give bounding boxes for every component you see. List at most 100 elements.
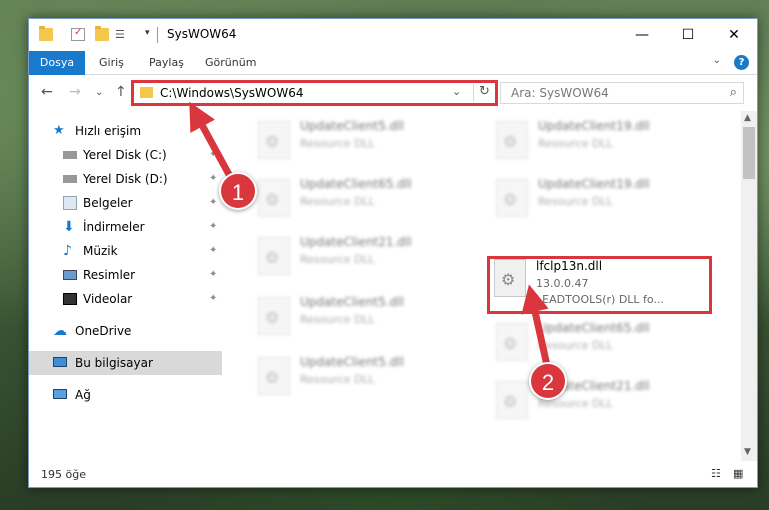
navigation-pane: ★ Hızlı erişim Yerel Disk (C:) ✦ Yerel D…	[29, 111, 224, 461]
sidebar-item-label: Müzik	[83, 244, 118, 258]
drive-icon	[63, 151, 77, 159]
large-icons-view-icon[interactable]: ▦	[733, 467, 747, 480]
sidebar-item-label: Videolar	[83, 292, 133, 306]
file-description: Resource DLL	[300, 253, 375, 266]
dll-file-icon	[258, 179, 290, 217]
file-name: UpdateClient65.dll	[538, 321, 650, 335]
file-item[interactable]: UpdateClient65.dll Resource DLL	[490, 317, 710, 369]
window-title: SysWOW64	[167, 27, 237, 41]
recent-locations-button[interactable]: ⌄	[95, 87, 103, 98]
up-button[interactable]: ↑	[115, 84, 127, 100]
help-icon[interactable]: ?	[734, 55, 749, 70]
file-explorer-window: ✓ ☰ ▾ SysWOW64 — ☐ ✕ Dosya Giriş Paylaş …	[28, 18, 758, 488]
file-item[interactable]: UpdateClient19.dll Resource DLL	[490, 173, 710, 225]
pin-icon[interactable]: ✦	[209, 263, 217, 287]
music-icon: ♪	[63, 243, 72, 259]
tab-gorunum[interactable]: Görünüm	[197, 51, 264, 75]
sidebar-item-network[interactable]: Ağ	[29, 383, 222, 407]
folder-icon	[39, 26, 53, 41]
sidebar-item-this-pc[interactable]: Bu bilgisayar	[29, 351, 222, 375]
pin-icon[interactable]: ✦	[209, 287, 217, 311]
dll-file-icon	[496, 179, 528, 217]
search-icon[interactable]: ⌕	[730, 85, 737, 100]
file-item[interactable]: UpdateClient5.dll Resource DLL	[252, 115, 472, 167]
file-description: Resource DLL	[538, 339, 613, 352]
search-box[interactable]: Ara: SysWOW64 ⌕	[500, 82, 744, 104]
scroll-up-icon[interactable]: ▲	[744, 113, 751, 123]
sidebar-item-quick-access[interactable]: ★ Hızlı erişim	[29, 119, 222, 143]
sidebar-item-videos[interactable]: Videolar ✦	[29, 287, 222, 311]
forward-button[interactable]: →	[69, 84, 81, 100]
dll-file-icon	[258, 237, 290, 275]
tab-giris[interactable]: Giriş	[91, 51, 132, 75]
scroll-thumb[interactable]	[743, 127, 755, 179]
network-icon	[53, 389, 67, 399]
sidebar-item-label: Yerel Disk (D:)	[83, 172, 168, 186]
sidebar-item-music[interactable]: ♪ Müzik ✦	[29, 239, 222, 263]
file-description: Resource DLL	[300, 373, 375, 386]
step-2-callout: 2	[529, 362, 567, 400]
pin-icon[interactable]: ✦	[209, 143, 217, 167]
tab-paylas[interactable]: Paylaş	[141, 51, 192, 75]
minimize-button[interactable]: —	[619, 19, 665, 51]
vertical-scrollbar[interactable]: ▲ ▼	[741, 111, 757, 461]
back-button[interactable]: ←	[41, 84, 53, 100]
file-description: Resource DLL	[300, 137, 375, 150]
dll-file-icon	[258, 121, 290, 159]
documents-icon	[63, 196, 77, 210]
item-count: 195 öğe	[41, 468, 86, 481]
properties-icon[interactable]: ✓	[71, 27, 85, 41]
sidebar-item-pictures[interactable]: Resimler ✦	[29, 263, 222, 287]
file-item[interactable]: UpdateClient19.dll Resource DLL	[490, 115, 710, 167]
pin-icon[interactable]: ✦	[209, 215, 217, 239]
sidebar-item-label: Belgeler	[83, 196, 133, 210]
ribbon-expand-icon[interactable]: ⌄	[713, 55, 721, 66]
sidebar-item-documents[interactable]: Belgeler ✦	[29, 191, 222, 215]
pin-icon[interactable]: ✦	[209, 239, 217, 263]
search-input[interactable]: Ara: SysWOW64	[511, 86, 609, 100]
sidebar-item-label: Bu bilgisayar	[75, 356, 153, 370]
navigation-bar: ← → ⌄ ↑ C:\Windows\SysWOW64 ⌄ ↻ Ara: Sys…	[29, 75, 757, 111]
scroll-down-icon[interactable]: ▼	[744, 447, 751, 457]
details-view-icon[interactable]: ☷	[711, 467, 725, 480]
pin-icon[interactable]: ✦	[209, 191, 217, 215]
title-bar: ✓ ☰ ▾ SysWOW64 — ☐ ✕	[29, 19, 757, 51]
file-name: UpdateClient19.dll	[538, 177, 650, 191]
download-icon: ⬇	[63, 219, 75, 235]
customize-toolbar-icon[interactable]: ☰	[115, 28, 129, 41]
step-1-callout: 1	[219, 172, 257, 210]
tab-dosya[interactable]: Dosya	[29, 51, 85, 75]
file-list: UpdateClient5.dll Resource DLL UpdateCli…	[224, 111, 741, 461]
sidebar-item-label: İndirmeler	[83, 220, 145, 234]
sidebar-item-disk-d[interactable]: Yerel Disk (D:) ✦	[29, 167, 222, 191]
ribbon-tabs: Dosya Giriş Paylaş Görünüm ⌄ ?	[29, 51, 757, 75]
file-item[interactable]: UpdateClient21.dll Resource DLL	[252, 231, 472, 283]
file-item[interactable]: UpdateClient5.dll Resource DLL	[252, 351, 472, 403]
file-item[interactable]: UpdateClient5.dll Resource DLL	[252, 291, 472, 343]
file-name: UpdateClient65.dll	[300, 177, 412, 191]
star-icon: ★	[53, 123, 65, 138]
file-item[interactable]: UpdateClient21.dll Resource DLL	[490, 375, 710, 427]
pin-icon[interactable]: ✦	[209, 167, 217, 191]
video-icon	[63, 293, 77, 305]
dll-file-icon	[496, 121, 528, 159]
computer-icon	[53, 357, 67, 367]
file-name: UpdateClient19.dll	[538, 119, 650, 133]
sidebar-item-label: Hızlı erişim	[75, 124, 142, 138]
title-separator	[157, 27, 158, 43]
sidebar-item-onedrive[interactable]: ☁ OneDrive	[29, 319, 222, 343]
drive-icon	[63, 175, 77, 183]
close-button[interactable]: ✕	[711, 19, 757, 51]
sidebar-item-label: OneDrive	[75, 324, 132, 338]
file-item[interactable]: UpdateClient65.dll Resource DLL	[252, 173, 472, 225]
dll-file-icon	[258, 297, 290, 335]
address-highlight	[131, 80, 498, 106]
cloud-icon: ☁	[53, 323, 67, 339]
file-description: Resource DLL	[538, 195, 613, 208]
sidebar-item-label: Yerel Disk (C:)	[83, 148, 167, 162]
sidebar-item-downloads[interactable]: ⬇ İndirmeler ✦	[29, 215, 222, 239]
pictures-icon	[63, 270, 77, 280]
maximize-button[interactable]: ☐	[665, 19, 711, 51]
new-folder-icon[interactable]	[95, 26, 109, 41]
sidebar-item-disk-c[interactable]: Yerel Disk (C:) ✦	[29, 143, 222, 167]
